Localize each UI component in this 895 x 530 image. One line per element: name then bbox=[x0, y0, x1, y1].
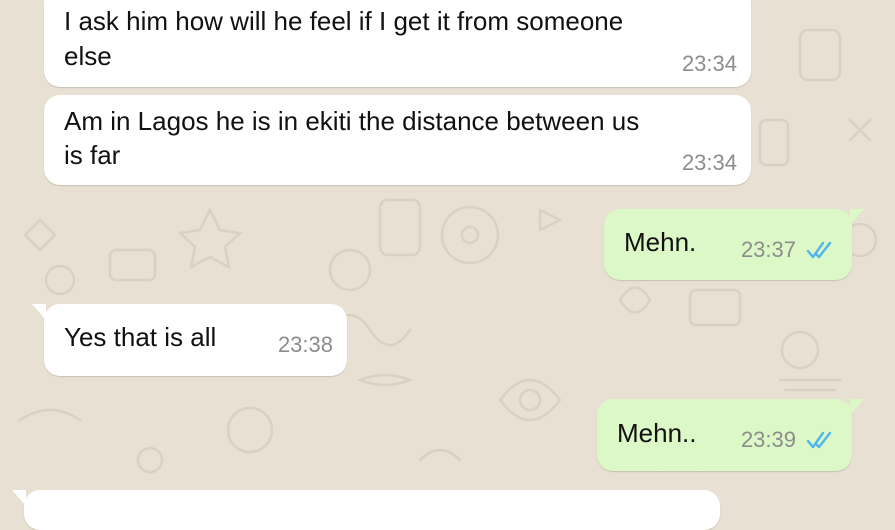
bubble-tail bbox=[32, 304, 46, 320]
message-timestamp: 23:39 bbox=[740, 427, 796, 452]
message-text-line: Am in Lagos he is in ekiti the distance … bbox=[64, 106, 640, 136]
message-text: Mehn. bbox=[624, 227, 697, 257]
message-meta: 23:34 bbox=[682, 51, 737, 77]
bubble-tail bbox=[12, 490, 26, 506]
message-bubble-outgoing[interactable]: Mehn.. 23:39 bbox=[597, 399, 864, 471]
message-text: Yes that is all bbox=[64, 322, 217, 352]
double-check-read-icon bbox=[806, 431, 832, 449]
message-timestamp: 23:38 bbox=[277, 332, 333, 357]
double-check-read-icon bbox=[806, 241, 832, 259]
message-meta: 23:34 bbox=[682, 150, 737, 176]
message-bubble-outgoing[interactable]: Mehn. 23:37 bbox=[604, 209, 864, 280]
message-bubble-incoming-partial[interactable] bbox=[12, 490, 720, 530]
message-meta: 23:39 bbox=[741, 427, 834, 453]
bubble-tail bbox=[850, 209, 864, 225]
message-text-line: I ask him how will he feel if I get it f… bbox=[64, 6, 624, 36]
message-bubble-incoming[interactable]: Am in Lagos he is in ekiti the distance … bbox=[44, 95, 751, 185]
message-text-line: is far bbox=[64, 140, 121, 170]
message-bubble-incoming[interactable]: I ask him how will he feel if I get it f… bbox=[44, 0, 751, 87]
message-bubble-incoming[interactable]: Yes that is all 23:38 bbox=[32, 304, 347, 376]
message-meta: 23:37 bbox=[741, 237, 834, 263]
message-timestamp: 23:37 bbox=[740, 237, 796, 262]
message-timestamp: 23:34 bbox=[681, 51, 737, 76]
bubble-tail bbox=[850, 399, 864, 415]
message-text-line: else bbox=[64, 41, 112, 71]
message-timestamp: 23:34 bbox=[681, 150, 737, 175]
message-meta: 23:38 bbox=[278, 332, 333, 358]
message-text: Mehn.. bbox=[617, 418, 697, 448]
